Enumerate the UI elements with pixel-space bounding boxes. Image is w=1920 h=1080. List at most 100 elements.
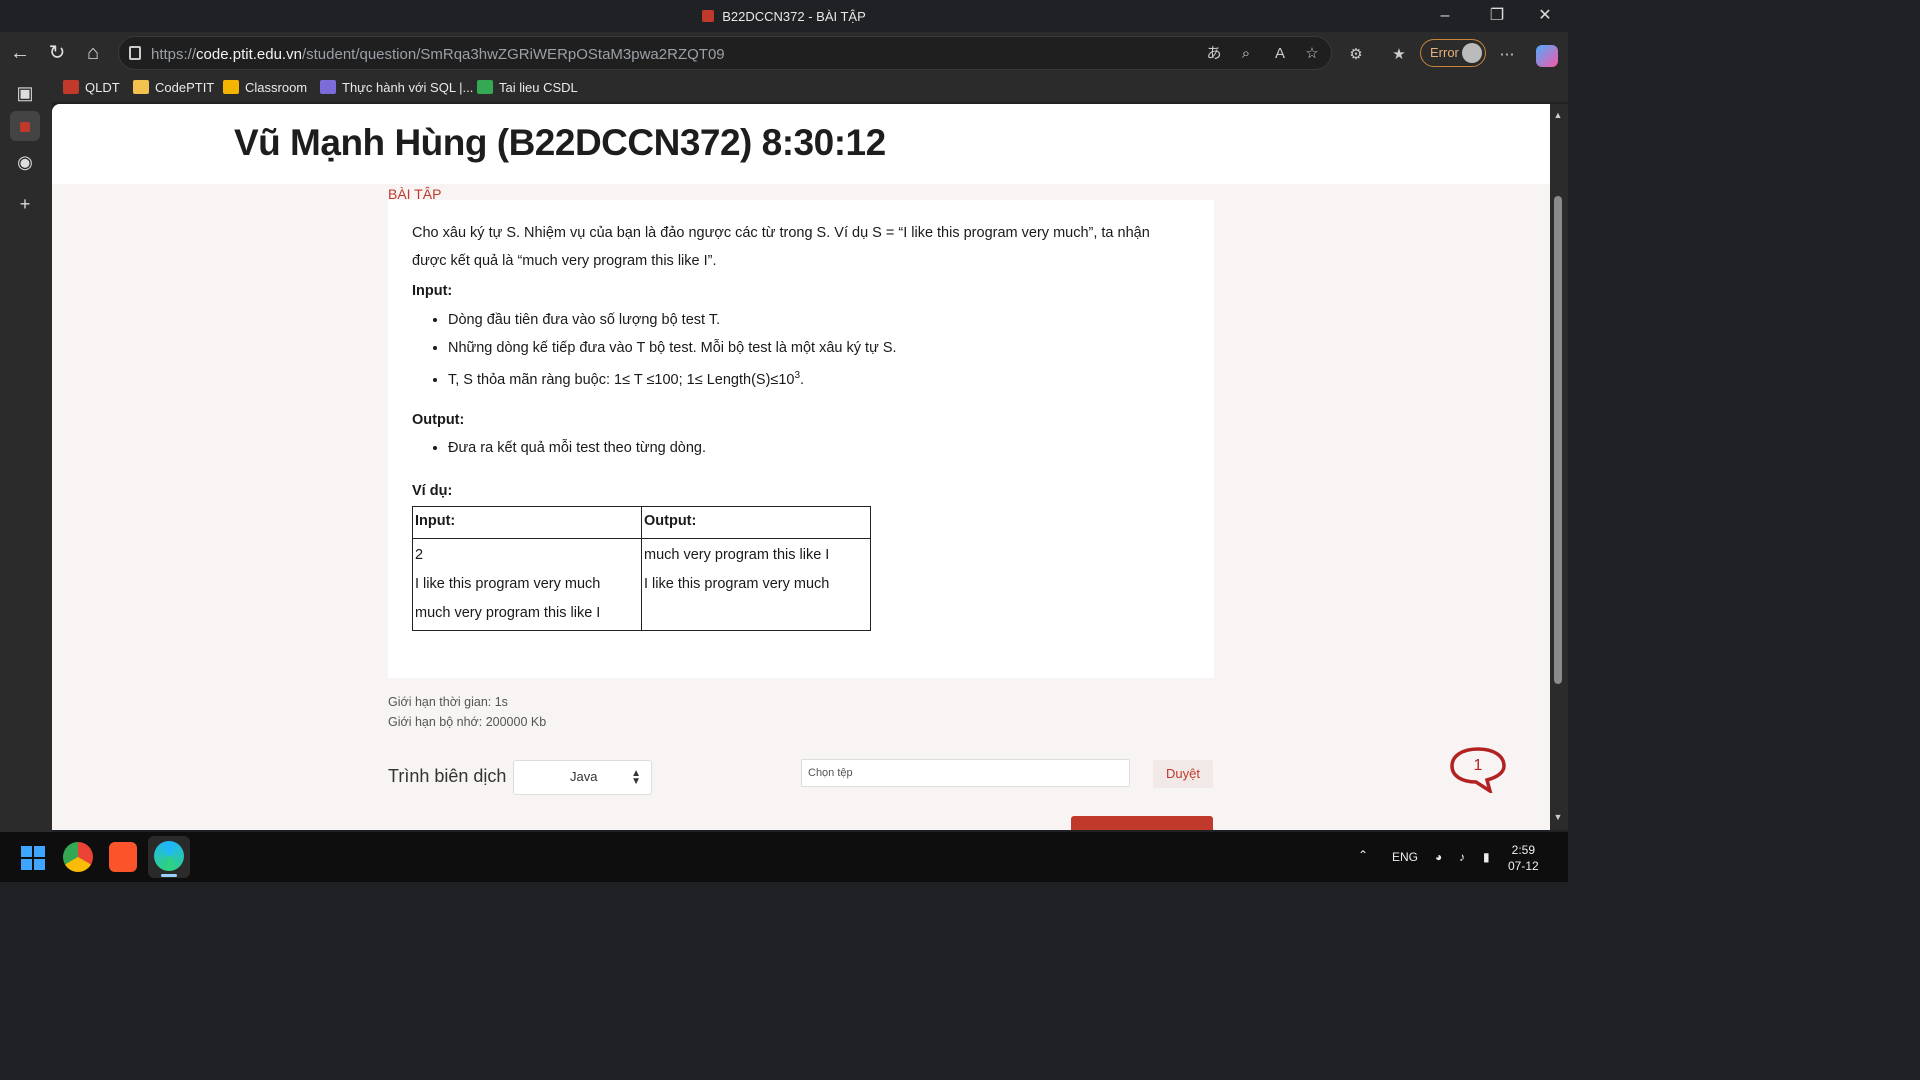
example-line: I like this program very much bbox=[415, 576, 601, 592]
browser-toolbar: ← ↻ ⌂ https://code.ptit.edu.vn/student/q… bbox=[0, 32, 1568, 74]
read-aloud-icon[interactable]: A bbox=[1271, 45, 1289, 63]
favorite-star-icon[interactable]: ☆ bbox=[1303, 45, 1321, 63]
close-button[interactable]: ✕ bbox=[1522, 0, 1568, 32]
output-list: Đưa ra kết quả mỗi test theo từng dòng. bbox=[448, 434, 706, 462]
constraint-text: T, S thỏa mãn ràng buộc: 1≤ T ≤100; 1≤ L… bbox=[448, 371, 795, 388]
wifi-icon[interactable]: ◕ bbox=[1435, 850, 1442, 864]
select-arrows-icon: ▲ ▼ bbox=[631, 768, 641, 787]
bookmark-csdl[interactable]: Tai lieu CSDL bbox=[477, 80, 578, 95]
bookmark-sql[interactable]: Thực hành với SQL |... bbox=[320, 80, 473, 95]
language-value: Java bbox=[570, 769, 598, 784]
edge-taskbar-button[interactable] bbox=[148, 836, 190, 878]
bookmark-label: QLDT bbox=[85, 80, 120, 95]
constraint-end: . bbox=[800, 371, 805, 388]
problem-card: Cho xâu ký tự S. Nhiệm vụ của bạn là đảo… bbox=[388, 200, 1214, 678]
problem-statement: Cho xâu ký tự S. Nhiệm vụ của bạn là đảo… bbox=[412, 219, 1192, 275]
page-title: Vũ Mạnh Hùng (B22DCCN372) 8:30:12 bbox=[234, 122, 886, 163]
bookmark-label: Tai lieu CSDL bbox=[499, 80, 578, 95]
submit-button[interactable] bbox=[1071, 816, 1213, 830]
chat-count: 1 bbox=[1474, 757, 1483, 774]
bookmark-label: Thực hành với SQL |... bbox=[342, 80, 474, 95]
window-title-text: B22DCCN372 - BÀI TẬP bbox=[722, 9, 866, 24]
example-line: much very program this like I bbox=[644, 547, 830, 563]
bookmark-codeptit[interactable]: CodePTIT bbox=[133, 80, 214, 95]
windows-start-icon[interactable] bbox=[21, 846, 45, 870]
home-icon[interactable]: ⌂ bbox=[79, 39, 107, 67]
refresh-icon[interactable]: ↻ bbox=[43, 39, 71, 67]
window-title: B22DCCN372 - BÀI TẬP bbox=[0, 9, 1568, 24]
profile-button[interactable]: Error bbox=[1420, 39, 1486, 67]
table-header-output: Output: bbox=[641, 506, 871, 539]
limits: Giới hạn thời gian: 1s Giới hạn bộ nhớ: … bbox=[388, 692, 546, 732]
window-titlebar: B22DCCN372 - BÀI TẬP – ❐ ✕ bbox=[0, 0, 1568, 32]
minimize-button[interactable]: – bbox=[1422, 0, 1468, 32]
output-heading: Output: bbox=[412, 412, 465, 428]
example-input-cell: 2 I like this program very much much ver… bbox=[412, 538, 642, 631]
code-icon bbox=[320, 80, 336, 94]
copilot-icon[interactable] bbox=[1536, 45, 1558, 67]
input-language[interactable]: ENG bbox=[1392, 850, 1418, 864]
back-icon[interactable]: ← bbox=[6, 39, 34, 67]
url-host: code.ptit.edu.vn bbox=[196, 46, 302, 63]
clock-time: 2:59 bbox=[1511, 843, 1536, 857]
translate-icon[interactable]: あ bbox=[1205, 45, 1223, 63]
folder-icon bbox=[133, 80, 149, 94]
input-heading: Input: bbox=[412, 283, 453, 299]
restore-button[interactable]: ❐ bbox=[1474, 0, 1520, 32]
url-scheme: https:// bbox=[151, 46, 197, 63]
statement-line: Cho xâu ký tự S. Nhiệm vụ của bạn là đảo… bbox=[412, 225, 1150, 241]
scrollbar-thumb[interactable] bbox=[1554, 196, 1562, 684]
clock-date: 07-12 bbox=[1508, 859, 1539, 873]
example-heading: Ví dụ: bbox=[412, 483, 453, 499]
classroom-icon bbox=[223, 80, 239, 94]
statement-line: được kết quả là “much very program this … bbox=[412, 253, 717, 269]
scroll-down-icon[interactable]: ▼ bbox=[1552, 812, 1564, 822]
bookmark-qldt[interactable]: QLDT bbox=[63, 80, 120, 95]
tab-actions-icon[interactable]: ▣ bbox=[10, 78, 40, 108]
file-placeholder: Chọn tệp bbox=[808, 767, 853, 779]
favorites-icon[interactable]: ★ bbox=[1390, 46, 1408, 64]
language-select[interactable]: Java ▲ ▼ bbox=[513, 760, 652, 795]
example-line: much very program this like I bbox=[415, 605, 601, 621]
list-item: Những dòng kế tiếp đưa vào T bộ test. Mỗ… bbox=[448, 334, 897, 362]
page-header: Vũ Mạnh Hùng (B22DCCN372) 8:30:12 bbox=[52, 104, 1550, 184]
edge-icon bbox=[154, 841, 184, 871]
active-tab-icon[interactable] bbox=[10, 111, 40, 141]
profile-label: Error bbox=[1430, 45, 1459, 60]
chrome-icon[interactable] bbox=[63, 842, 93, 872]
list-item: Đưa ra kết quả mỗi test theo từng dòng. bbox=[448, 434, 706, 462]
page-scrollbar[interactable]: ▲ ▼ bbox=[1550, 104, 1568, 830]
compiler-label: Trình biên dịch bbox=[388, 766, 507, 786]
bookmark-label: CodePTIT bbox=[155, 80, 215, 95]
new-tab-icon[interactable]: + bbox=[10, 189, 40, 219]
example-table: Input: Output: 2 I like this program ver… bbox=[412, 506, 871, 631]
chat-bubble-icon[interactable]: 1 bbox=[1450, 747, 1506, 793]
bookmark-classroom[interactable]: Classroom bbox=[223, 80, 307, 95]
zoom-icon[interactable]: ⌕ bbox=[1237, 45, 1255, 63]
url-text[interactable]: https://code.ptit.edu.vn/student/questio… bbox=[151, 46, 725, 63]
address-bar[interactable]: https://code.ptit.edu.vn/student/questio… bbox=[118, 36, 1332, 70]
browser-sidebar: ▣ ◉ + bbox=[0, 74, 52, 832]
bookmarks-bar: QLDT CodePTIT Classroom Thực hành với SQ… bbox=[52, 74, 1568, 102]
system-clock[interactable]: 2:59 07-12 bbox=[1508, 842, 1539, 874]
lock-icon bbox=[129, 46, 141, 60]
drive-icon bbox=[477, 80, 493, 94]
time-limit: Giới hạn thời gian: 1s bbox=[388, 695, 508, 709]
tray-chevron-icon[interactable]: ⌃ bbox=[1358, 848, 1368, 862]
volume-icon[interactable]: ♪ bbox=[1459, 850, 1465, 864]
example-line: 2 bbox=[415, 547, 424, 563]
list-item: T, S thỏa mãn ràng buộc: 1≤ T ≤100; 1≤ L… bbox=[448, 362, 897, 394]
battery-icon[interactable]: ▮ bbox=[1483, 850, 1490, 864]
scroll-up-icon[interactable]: ▲ bbox=[1552, 110, 1564, 120]
brave-icon[interactable] bbox=[109, 842, 137, 872]
github-icon[interactable]: ◉ bbox=[10, 147, 40, 177]
example-output-cell: much very program this like I I like thi… bbox=[641, 538, 871, 631]
qldt-icon bbox=[63, 80, 79, 94]
input-list: Dòng đầu tiên đưa vào số lượng bộ test T… bbox=[448, 306, 897, 394]
file-input[interactable]: Chọn tệp bbox=[801, 759, 1130, 787]
extensions-icon[interactable]: ⚙ bbox=[1347, 46, 1365, 64]
more-menu-icon[interactable]: ⋯ bbox=[1498, 46, 1516, 64]
bookmark-label: Classroom bbox=[245, 80, 308, 95]
example-line: I like this program very much bbox=[644, 576, 830, 592]
browse-button[interactable]: Duyệt bbox=[1153, 760, 1213, 788]
